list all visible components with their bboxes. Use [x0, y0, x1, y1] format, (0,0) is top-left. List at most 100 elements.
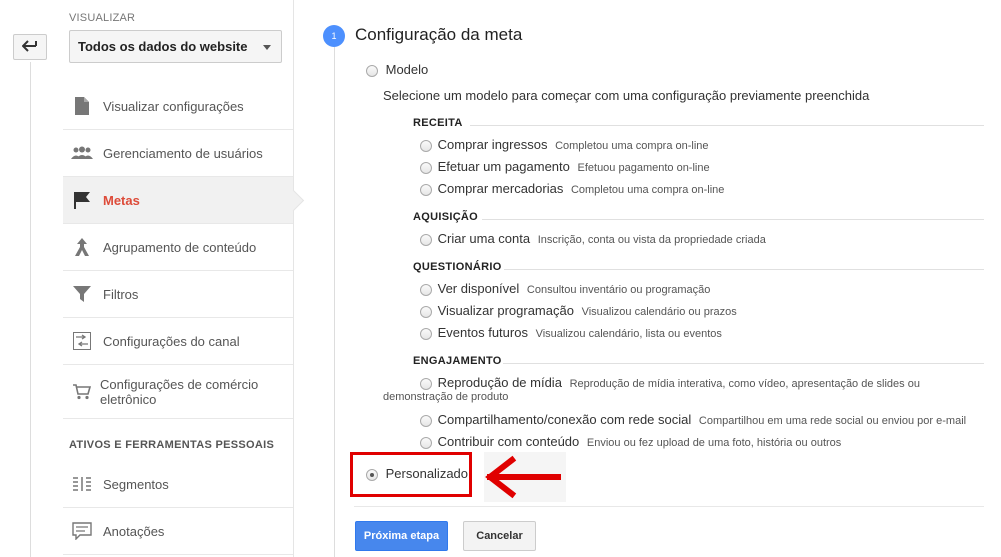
goal-option[interactable]: Visualizar programação Visualizou calend…: [420, 303, 737, 318]
flag-icon: [71, 189, 93, 211]
goal-option-desc: Compartilhou em uma rede social ou envio…: [698, 415, 967, 427]
goal-option-label: Compartilhamento/conexão com rede social: [437, 412, 692, 427]
goal-option-label: Comprar ingressos: [437, 137, 548, 152]
sidebar-item-channel-settings[interactable]: Configurações do canal: [63, 318, 293, 365]
template-radio[interactable]: [366, 64, 378, 77]
goal-option[interactable]: Comprar ingressos Completou uma compra o…: [420, 137, 709, 152]
goal-option[interactable]: Reprodução de mídia Reprodução de mídia …: [420, 375, 920, 390]
goal-option[interactable]: Ver disponível Consultou inventário ou p…: [420, 281, 710, 296]
custom-label: Personalizado: [385, 466, 469, 481]
goal-radio[interactable]: [420, 436, 432, 449]
personal-tools-nav: Segmentos Anotações: [63, 461, 293, 555]
section-label: ATIVOS E FERRAMENTAS PESSOAIS: [69, 439, 275, 451]
sidebar-item-label: Anotações: [103, 523, 165, 539]
sidebar-item-label: Agrupamento de conteúdo: [103, 239, 257, 255]
goal-option-desc: Completou uma compra on-line: [570, 184, 725, 196]
category-title: QUESTIONÁRIO: [413, 261, 502, 273]
goal-option[interactable]: Efetuar um pagamento Efetuou pagamento o…: [420, 159, 710, 174]
sidebar-item-label: Gerenciamento de usuários: [103, 145, 263, 161]
users-icon: [71, 142, 93, 164]
goal-radio[interactable]: [420, 283, 432, 296]
cancel-button[interactable]: Cancelar: [463, 521, 536, 551]
goal-option-desc: Enviou ou fez upload de uma foto, histór…: [586, 437, 842, 449]
category-title: ENGAJAMENTO: [413, 355, 502, 367]
category-divider: [470, 125, 984, 126]
goal-radio[interactable]: [420, 377, 432, 390]
custom-radio-row[interactable]: Personalizado: [366, 466, 468, 481]
template-radio-row[interactable]: Modelo: [366, 62, 428, 77]
goal-option-label: Visualizar programação: [437, 303, 574, 318]
funnel-icon: [71, 283, 93, 305]
goal-option[interactable]: Criar uma conta Inscrição, conta ou vist…: [420, 231, 766, 246]
goal-radio[interactable]: [420, 414, 432, 427]
category-title: AQUISIÇÃO: [413, 211, 479, 223]
back-arrow-icon: [21, 39, 38, 55]
step-timeline-line: [334, 47, 335, 557]
goal-radio[interactable]: [420, 233, 432, 246]
segments-icon: [71, 473, 93, 495]
sidebar-item-label: Visualizar configurações: [103, 98, 244, 114]
goal-option[interactable]: Compartilhamento/conexão com rede social…: [420, 412, 966, 427]
category-divider: [482, 219, 984, 220]
goal-option-desc: Efetuou pagamento on-line: [577, 162, 710, 174]
channel-icon: [71, 330, 93, 352]
goal-option[interactable]: Contribuir com conteúdo Enviou ou fez up…: [420, 434, 841, 449]
sidebar-nav: Visualizar configurações Gerenciamento d…: [63, 83, 293, 419]
sidebar-item-goals[interactable]: Metas: [63, 177, 293, 224]
sidebar-item-segments[interactable]: Segmentos: [63, 461, 293, 508]
goal-option-label: Efetuar um pagamento: [437, 159, 570, 174]
next-step-button[interactable]: Próxima etapa: [355, 521, 448, 551]
annotation-arrow-icon: [484, 452, 566, 502]
sidebar-item-ecommerce-settings[interactable]: Configurações de comércio eletrônico: [63, 365, 293, 419]
view-select[interactable]: Todos os dados do website: [69, 30, 282, 63]
cart-icon: [71, 381, 93, 403]
goal-radio[interactable]: [420, 161, 432, 174]
category-divider: [504, 269, 984, 270]
goal-option-label: Reprodução de mídia: [437, 375, 562, 390]
category-divider: [503, 363, 984, 364]
goal-option-desc: Visualizou calendário, lista ou eventos: [535, 328, 722, 340]
sidebar-item-label: Segmentos: [103, 476, 169, 492]
goal-option-desc: Consultou inventário ou programação: [526, 284, 711, 296]
goal-option-desc: Inscrição, conta ou vista da propriedade…: [537, 234, 766, 246]
step-title: Configuração da meta: [355, 25, 523, 44]
view-select-value: Todos os dados do website: [78, 39, 248, 54]
goal-option[interactable]: Comprar mercadorias Completou uma compra…: [420, 181, 724, 196]
category-title: RECEITA: [413, 117, 463, 129]
sidebar-item-filters[interactable]: Filtros: [63, 271, 293, 318]
sidebar-item-label: Configurações de comércio eletrônico: [100, 376, 259, 407]
chevron-down-icon: [263, 45, 271, 50]
step-number-badge: 1: [323, 25, 345, 47]
goal-option-desc: Reprodução de mídia interativa, como víd…: [569, 378, 920, 390]
sidebar-item-label: Metas: [103, 192, 140, 208]
goal-option-label: Comprar mercadorias: [437, 181, 564, 196]
sidebar-item-annotations[interactable]: Anotações: [63, 508, 293, 555]
comment-icon: [71, 520, 93, 542]
goal-radio[interactable]: [420, 139, 432, 152]
document-icon: [71, 95, 93, 117]
view-label: VISUALIZAR: [69, 12, 136, 24]
sidebar-item-view-settings[interactable]: Visualizar configurações: [63, 83, 293, 130]
sidebar-item-label: Filtros: [103, 286, 139, 302]
sidebar-item-label: Configurações do canal: [103, 333, 240, 349]
goal-radio[interactable]: [420, 327, 432, 340]
goal-radio[interactable]: [420, 305, 432, 318]
goal-option-label: Criar uma conta: [437, 231, 531, 246]
merge-icon: [71, 236, 93, 258]
goal-option-label: Ver disponível: [437, 281, 520, 296]
template-description: Selecione um modelo para começar com uma…: [383, 88, 870, 103]
goal-option-desc: Completou uma compra on-line: [555, 140, 709, 152]
sidebar-item-content-grouping[interactable]: Agrupamento de conteúdo: [63, 224, 293, 271]
form-divider: [354, 506, 984, 507]
goal-radio[interactable]: [420, 183, 432, 196]
template-label: Modelo: [385, 62, 429, 77]
back-button[interactable]: [13, 34, 47, 60]
goal-option-desc-continued: demonstração de produto: [383, 391, 509, 403]
goal-option-label: Contribuir com conteúdo: [437, 434, 580, 449]
sidebar: VISUALIZAR Todos os dados do website Vis…: [63, 0, 294, 557]
goal-option-desc: Visualizou calendário ou prazos: [581, 306, 737, 318]
custom-radio[interactable]: [366, 468, 378, 481]
goal-option-label: Eventos futuros: [437, 325, 528, 340]
goal-option[interactable]: Eventos futuros Visualizou calendário, l…: [420, 325, 722, 340]
sidebar-item-user-management[interactable]: Gerenciamento de usuários: [63, 130, 293, 177]
